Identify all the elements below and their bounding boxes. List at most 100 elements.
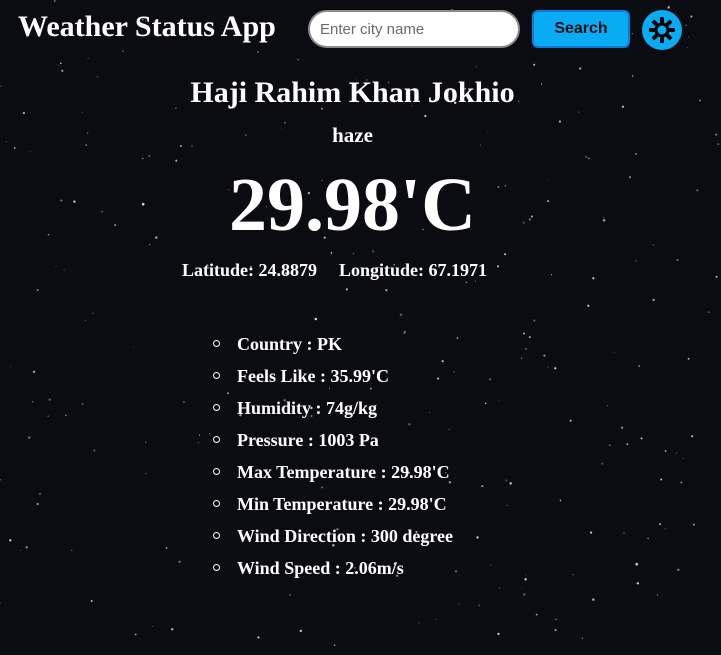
star xyxy=(36,502,39,506)
star xyxy=(61,69,64,72)
star xyxy=(48,398,51,401)
star xyxy=(664,528,666,530)
star xyxy=(506,504,508,507)
star xyxy=(478,604,480,607)
star xyxy=(134,633,137,636)
star xyxy=(465,281,468,284)
star xyxy=(601,462,604,465)
circle-bullet-icon xyxy=(213,340,220,347)
star xyxy=(509,482,512,485)
star xyxy=(81,111,83,113)
detail-wind-speed: Wind Speed : 2.06m/s xyxy=(213,556,453,588)
city-name: Haji Rahim Khan Jokhio xyxy=(190,76,515,109)
detail-pressure: Pressure : 1003 Pa xyxy=(213,428,453,460)
latitude: Latitude: 24.8879 xyxy=(182,260,317,280)
search-button[interactable]: Search xyxy=(532,10,630,48)
star xyxy=(90,599,93,603)
circle-bullet-icon xyxy=(213,404,220,411)
star xyxy=(60,62,62,65)
star xyxy=(559,499,562,502)
star xyxy=(554,629,557,632)
star xyxy=(81,402,84,406)
star xyxy=(456,337,459,339)
circle-bullet-icon xyxy=(213,500,220,507)
star xyxy=(715,275,718,278)
star xyxy=(659,523,662,526)
star xyxy=(22,112,25,115)
star xyxy=(525,348,527,350)
star xyxy=(499,587,501,589)
star xyxy=(682,457,684,459)
star xyxy=(717,143,720,146)
star xyxy=(91,312,94,315)
star xyxy=(554,367,557,370)
star xyxy=(578,67,582,70)
star xyxy=(33,370,36,373)
circle-bullet-icon xyxy=(213,372,220,379)
longitude: Longitude: 67.1971 xyxy=(339,260,488,280)
star xyxy=(0,479,1,481)
circle-bullet-icon xyxy=(213,564,220,571)
star xyxy=(496,265,500,268)
star xyxy=(198,434,201,436)
star xyxy=(635,260,637,262)
star xyxy=(488,378,492,381)
detail-min-temperature: Min Temperature : 29.98'C xyxy=(213,492,453,524)
star xyxy=(676,258,679,261)
star xyxy=(677,568,680,571)
star xyxy=(533,63,536,66)
star xyxy=(32,401,34,403)
circle-bullet-icon xyxy=(213,468,220,475)
star xyxy=(543,354,546,357)
star xyxy=(475,66,477,68)
star xyxy=(675,452,678,454)
star xyxy=(257,636,260,639)
star xyxy=(656,594,659,596)
star xyxy=(151,626,153,627)
star xyxy=(481,484,484,488)
star xyxy=(0,602,1,604)
star xyxy=(592,277,595,280)
star xyxy=(623,532,625,534)
star xyxy=(63,269,65,271)
star xyxy=(57,70,59,72)
detail-feels-like: Feels Like : 35.99'C xyxy=(213,364,453,396)
star xyxy=(640,437,643,440)
star xyxy=(715,133,718,136)
star xyxy=(572,574,574,576)
star xyxy=(523,593,526,596)
detail-max-temperature: Max Temperature : 29.98'C xyxy=(213,460,453,492)
detail-country: Country : PK xyxy=(213,332,453,364)
star xyxy=(314,317,318,321)
star xyxy=(638,365,640,367)
star xyxy=(399,313,403,317)
star xyxy=(47,415,49,417)
temperature-value: 29.98'C xyxy=(229,163,476,247)
star xyxy=(165,547,168,549)
detail-wind-direction: Wind Direction : 300 degree xyxy=(213,524,453,556)
star xyxy=(550,274,553,276)
star xyxy=(170,628,174,631)
star xyxy=(680,481,683,484)
star xyxy=(28,436,31,439)
star xyxy=(569,419,572,422)
search-input[interactable] xyxy=(308,10,520,48)
star xyxy=(636,582,639,585)
star xyxy=(524,578,527,581)
star xyxy=(453,370,456,373)
theme-toggle-button[interactable] xyxy=(642,10,682,50)
star xyxy=(708,311,710,313)
star xyxy=(592,598,595,601)
star xyxy=(55,265,57,268)
star xyxy=(664,450,667,452)
star xyxy=(635,153,637,155)
star xyxy=(36,289,39,292)
star xyxy=(227,392,229,395)
star xyxy=(288,593,292,597)
star xyxy=(498,400,500,402)
star xyxy=(626,443,629,446)
star xyxy=(458,603,460,605)
star xyxy=(523,332,525,335)
star xyxy=(555,618,558,621)
star xyxy=(504,253,506,256)
